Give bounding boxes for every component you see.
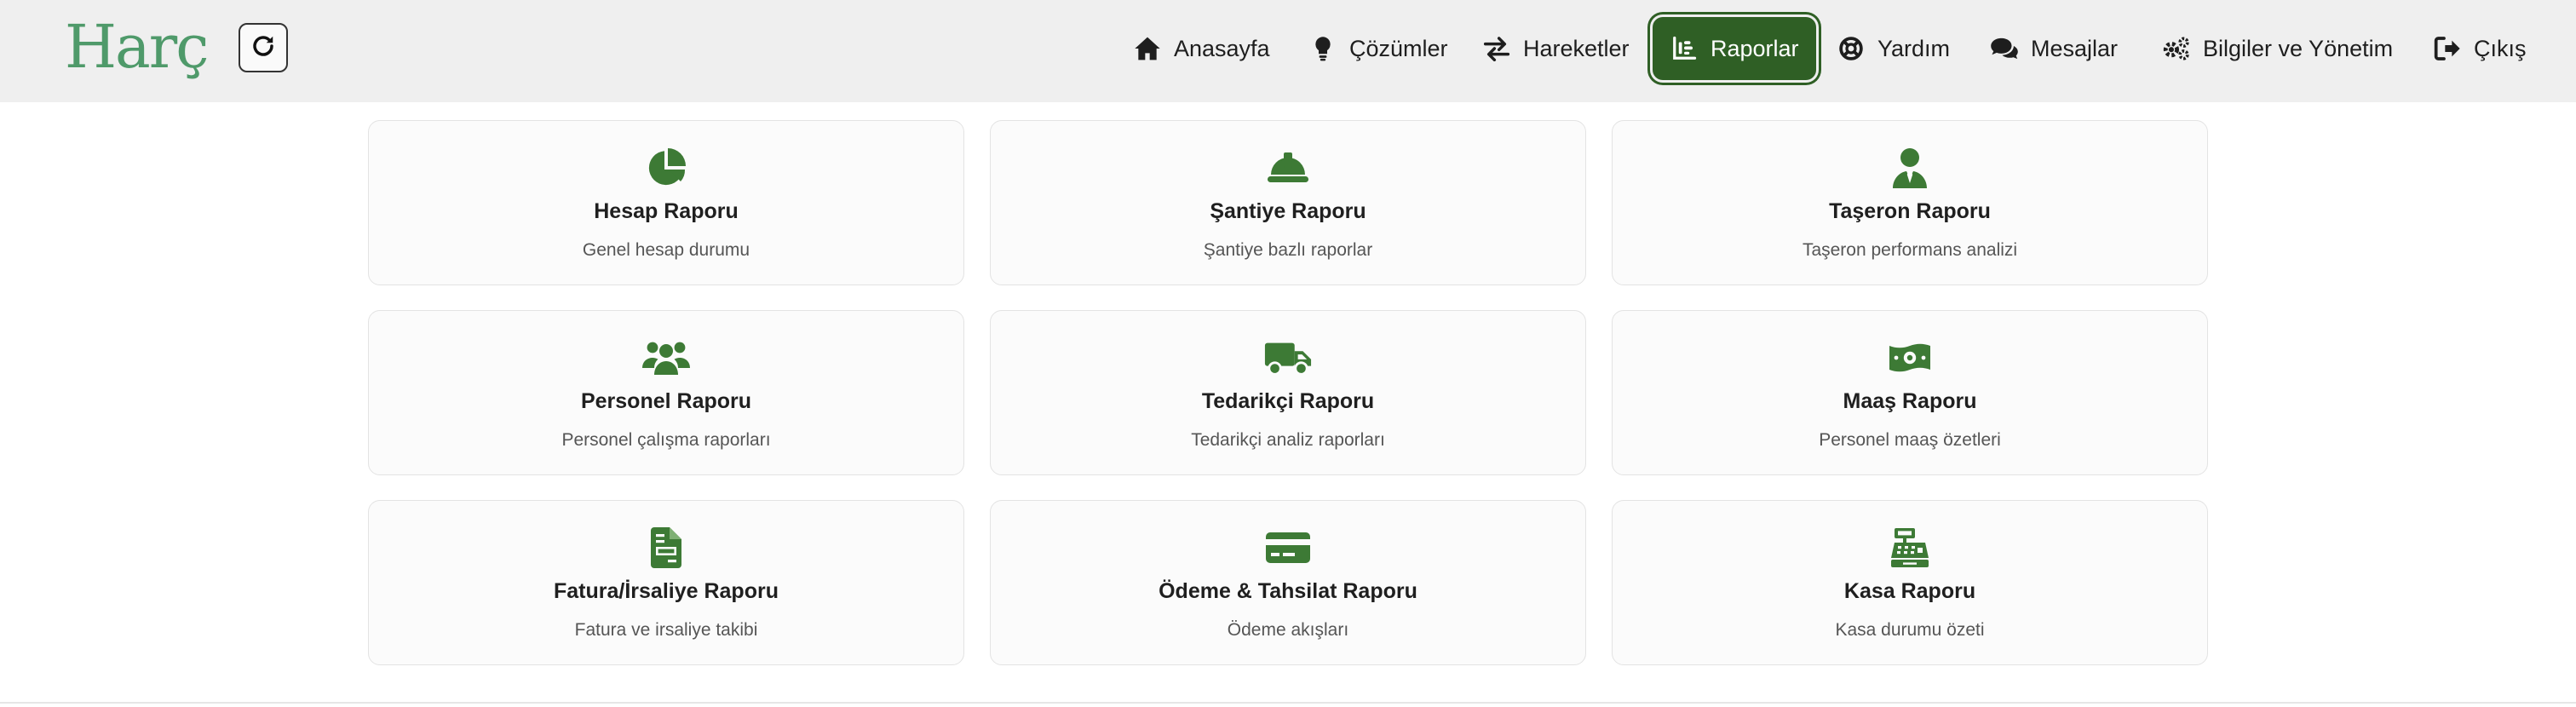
card-description: Kasa durumu özeti: [1835, 620, 1985, 640]
card-description: Ödeme akışları: [1227, 620, 1349, 640]
nav-label: Çözümler: [1349, 35, 1448, 61]
card-description: Taşeron performans analizi: [1802, 240, 2018, 260]
nav-label: Hareketler: [1523, 35, 1630, 61]
credit-card-icon: [991, 526, 1585, 569]
card-description: Genel hesap durumu: [582, 240, 750, 260]
nav-anasayfa[interactable]: Anasayfa: [1133, 17, 1270, 80]
nav-label: Mesajlar: [2031, 35, 2119, 61]
card-title: Maaş Raporu: [1843, 389, 1977, 413]
card-title: Fatura/İrsaliye Raporu: [554, 579, 779, 603]
card-title: Hesap Raporu: [594, 199, 739, 223]
nav-mesajlar[interactable]: Mesajlar: [1990, 17, 2118, 80]
lifebuoy-icon: [1837, 34, 1866, 63]
home-icon: [1133, 34, 1162, 63]
refresh-button[interactable]: [239, 23, 288, 72]
user-tie-icon: [1613, 147, 2207, 189]
card-description: Personel çalışma raporları: [561, 430, 771, 450]
nav-label: Yardım: [1877, 35, 1951, 61]
nav-label: Raporlar: [1711, 35, 1799, 61]
top-navbar: Harç Anasayfa Çözümler Hareketler Raporl…: [0, 0, 2576, 102]
gears-icon: [2162, 34, 2191, 63]
hard-hat-icon: [991, 147, 1585, 189]
report-card-personel[interactable]: Personel Raporu Personel çalışma raporla…: [368, 310, 964, 475]
report-card-taseron[interactable]: Taşeron Raporu Taşeron performans analiz…: [1612, 120, 2208, 285]
card-title: Ödeme & Tahsilat Raporu: [1159, 579, 1417, 603]
card-title: Taşeron Raporu: [1829, 199, 1991, 223]
card-title: Personel Raporu: [580, 389, 752, 413]
pie-chart-icon: [369, 147, 963, 189]
report-card-fatura-irsaliye[interactable]: Fatura/İrsaliye Raporu Fatura ve irsaliy…: [368, 500, 964, 665]
card-description: Fatura ve irsaliye takibi: [574, 620, 758, 640]
invoice-icon: [369, 526, 963, 569]
card-description: Tedarikçi analiz raporları: [1191, 430, 1385, 450]
users-icon: [369, 336, 963, 379]
card-title: Şantiye Raporu: [1210, 199, 1366, 223]
comments-icon: [1990, 34, 2019, 63]
report-card-odeme-tahsilat[interactable]: Ödeme & Tahsilat Raporu Ödeme akışları: [990, 500, 1586, 665]
card-title: Kasa Raporu: [1843, 579, 1976, 603]
chart-icon: [1670, 34, 1699, 63]
lightbulb-icon: [1308, 34, 1337, 63]
nav-raporlar[interactable]: Raporlar: [1653, 17, 1816, 80]
nav-hareketler[interactable]: Hareketler: [1482, 17, 1630, 80]
nav-label: Çıkış: [2474, 35, 2527, 61]
card-description: Personel maaş özetleri: [1819, 430, 2001, 450]
arrows-exchange-icon: [1482, 34, 1511, 63]
card-title: Tedarikçi Raporu: [1201, 389, 1375, 413]
nav-yardim[interactable]: Yardım: [1837, 17, 1950, 80]
card-description: Şantiye bazlı raporlar: [1203, 240, 1373, 260]
cash-register-icon: [1613, 526, 2207, 569]
report-card-santiye[interactable]: Şantiye Raporu Şantiye bazlı raporlar: [990, 120, 1586, 285]
nav-cozumler[interactable]: Çözümler: [1308, 17, 1448, 80]
refresh-icon: [250, 33, 276, 63]
report-card-hesap[interactable]: Hesap Raporu Genel hesap durumu: [368, 120, 964, 285]
nav-cikis[interactable]: Çıkış: [2433, 17, 2527, 80]
brand-logo[interactable]: Harç: [65, 9, 209, 85]
report-card-kasa[interactable]: Kasa Raporu Kasa durumu özeti: [1612, 500, 2208, 665]
sign-out-icon: [2433, 34, 2462, 63]
report-card-maas[interactable]: Maaş Raporu Personel maaş özetleri: [1612, 310, 2208, 475]
money-bill-icon: [1613, 336, 2207, 379]
truck-icon: [991, 336, 1585, 379]
report-card-tedarikci[interactable]: Tedarikçi Raporu Tedarikçi analiz raporl…: [990, 310, 1586, 475]
nav-bilgiler-ve-yonetim[interactable]: Bilgiler ve Yönetim: [2162, 17, 2393, 80]
nav-label: Anasayfa: [1174, 35, 1270, 61]
nav-label: Bilgiler ve Yönetim: [2203, 35, 2394, 61]
footer-divider: [0, 702, 2576, 704]
